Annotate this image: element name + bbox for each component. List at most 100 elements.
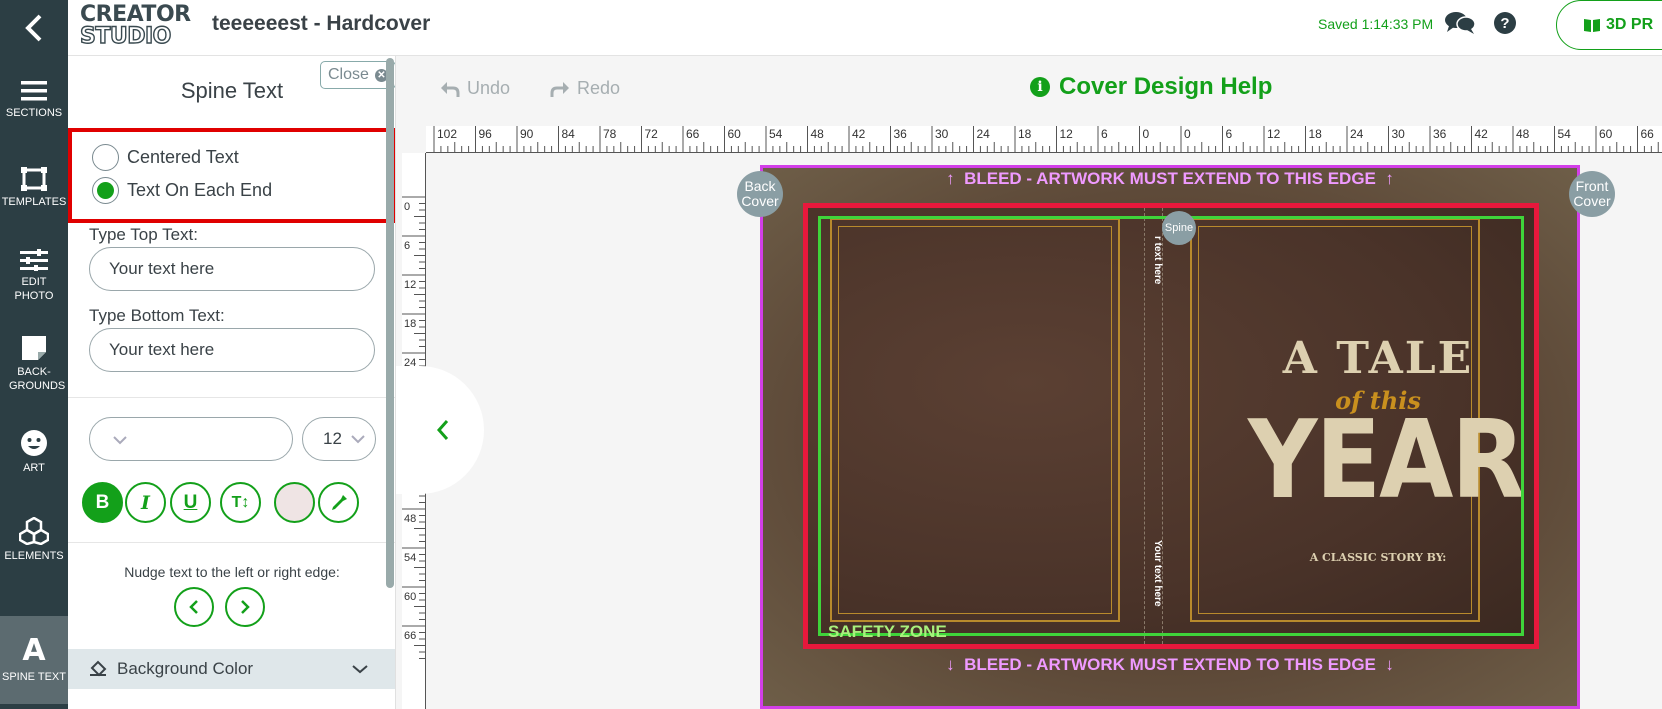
arrow-up-icon: ↑ [1385,169,1394,188]
bleed-bottom-label: ↓ BLEED - ARTWORK MUST EXTEND TO THIS ED… [763,655,1577,675]
redo-button[interactable]: Redo [550,78,620,99]
text-color-swatch[interactable] [274,482,315,523]
ruler-top: 102 96 90 84 78 72 66 60 54 48 42 36 30 24 18 12 6 0 0 6 12 1… [426,126,1662,153]
option-label: Text On Each End [127,180,273,200]
rail-label: BACK-GROUNDS [9,366,66,392]
ruler-tick-label: 66 [404,630,416,642]
nudge-left-button[interactable] [174,587,214,627]
ruler-tick-label: 36 [1433,127,1447,141]
eyedropper-button[interactable] [318,482,359,523]
rail-label: SECTIONS [5,107,63,119]
bold-button[interactable]: B [82,482,123,523]
ruler-tick-label: 12 [1060,127,1074,141]
redo-icon [550,81,569,97]
radio-centered[interactable] [92,144,119,171]
alignment-options-box: Centered Text Text On Each End [68,128,395,223]
background-color-row[interactable]: Background Color [68,649,395,689]
panel-scrollbar[interactable] [386,58,394,588]
ruler-tick-label: 42 [1475,127,1489,141]
bleed-top-label: ↑ BLEED - ARTWORK MUST EXTEND TO THIS ED… [763,169,1577,189]
ruler-tick-label: 0 [404,201,410,213]
background-color-label: Background Color [117,659,254,678]
rail-item-elements[interactable]: ELEMENTS [0,496,68,584]
cubes-icon [19,517,49,545]
spine-badge: Spine [1162,211,1196,245]
radio-selected-dot [97,182,114,199]
chevron-right-icon [241,600,250,614]
rail-item-art[interactable]: ART [0,408,68,496]
ruler-tick-label: 90 [520,127,534,141]
rail-item-spine-text[interactable]: A SPINE TEXT [0,616,68,704]
top-text-input[interactable] [89,247,375,291]
ruler-tick-label: 54 [404,552,416,564]
safety-frame [818,216,1524,636]
underline-button[interactable]: U [170,482,211,523]
close-label: Close [328,66,369,83]
font-size-select[interactable]: 12 [302,417,376,461]
smiley-icon [21,430,47,456]
ruler-tick-label: 66 [1641,127,1655,141]
ruler-tick-label: 48 [404,513,416,525]
font-size-value: 12 [323,429,342,448]
ruler-tick-label: 66 [686,127,700,141]
ruler-tick-label: 54 [769,127,783,141]
chevron-down-icon [113,436,127,445]
bottom-text-input[interactable] [89,328,375,372]
ruler-tick-label: 54 [1558,127,1572,141]
bleed-top-text: BLEED - ARTWORK MUST EXTEND TO THIS EDGE [964,169,1376,188]
ruler-tick-label: 96 [479,127,493,141]
3d-preview-button[interactable]: 3D PR [1556,0,1662,50]
help-icon[interactable]: ? [1494,12,1516,34]
ruler-tick-label: 18 [404,318,416,330]
ruler-tick-label: 60 [728,127,742,141]
option-label: Centered Text [127,147,239,167]
ruler-tick-label: 18 [1309,127,1323,141]
arrow-down-icon: ↓ [946,655,955,674]
book-cover[interactable]: ↑ BLEED - ARTWORK MUST EXTEND TO THIS ED… [760,165,1580,709]
radio-each-end[interactable] [92,177,119,204]
divider [68,542,395,543]
front-cover-badge: Front Cover [1569,171,1615,217]
top-text-label: Type Top Text: [89,225,198,244]
ruler-tick-label: 36 [894,127,908,141]
ruler-tick-label: 0 [1143,127,1150,141]
ruler-tick-label: 48 [1516,127,1530,141]
ruler-tick-label: 12 [1267,127,1281,141]
nudge-label: Nudge text to the left or right edge: [124,564,340,580]
collapse-panel-tab[interactable] [396,366,484,494]
rail-item-templates[interactable]: TEMPLATES [0,144,68,232]
rail-label: TEMPLATES [1,196,67,208]
italic-button[interactable]: I [125,482,166,523]
back-button[interactable] [0,0,68,56]
info-icon: i [1030,77,1050,97]
rail-label: SPINE TEXT [2,671,66,683]
option-text-on-each-end[interactable]: Text On Each End [92,177,272,204]
design-help-label: Cover Design Help [1059,73,1273,100]
ruler-tick-label: 12 [404,279,416,291]
font-family-select[interactable] [89,417,293,461]
chevron-left-icon [189,600,198,614]
back-cover-badge: Back Cover [737,171,783,217]
undo-button[interactable]: Undo [440,78,510,99]
chat-icon[interactable] [1444,10,1476,41]
book-icon [1584,19,1600,32]
ruler-tick-label: 72 [645,127,659,141]
rail-item-sections[interactable]: SECTIONS [0,56,68,144]
rail-item-edit-photo[interactable]: EDIT PHOTO [0,232,68,320]
ruler-tick-label: 84 [562,127,576,141]
eyedropper-icon [331,494,347,510]
ruler-tick-label: 0 [1184,127,1191,141]
ruler-tick-label: 78 [603,127,617,141]
letter-a-icon: A [22,633,46,668]
option-centered-text[interactable]: Centered Text [92,144,239,171]
bleed-bottom-text: BLEED - ARTWORK MUST EXTEND TO THIS EDGE [964,655,1376,674]
ruler-tick-label: 60 [1599,127,1613,141]
text-height-button[interactable]: T↕ [220,482,261,523]
cover-design-help-link[interactable]: i Cover Design Help [1030,73,1272,101]
nudge-right-button[interactable] [225,587,265,627]
rail-item-backgrounds[interactable]: BACK-GROUNDS [0,320,68,408]
arrow-down-icon: ↓ [1385,655,1394,674]
saved-status: Saved 1:14:33 PM [1318,16,1434,32]
close-button[interactable]: Close ✕ [320,61,395,89]
ruler-tick-label: 24 [977,127,991,141]
